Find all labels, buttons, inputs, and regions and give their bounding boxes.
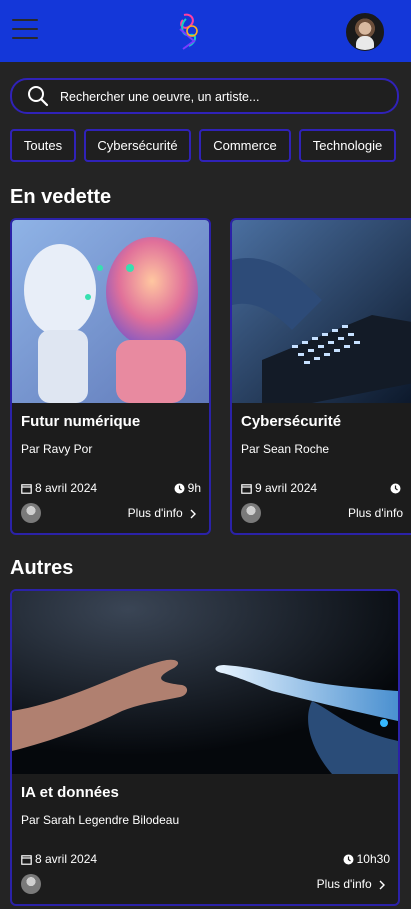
clock-icon: [390, 483, 401, 494]
author-avatar: [241, 503, 261, 523]
card-author: Par Sean Roche: [241, 442, 330, 456]
featured-card[interactable]: Futur numérique Par Ravy Por 8 avril 202…: [10, 218, 211, 535]
search-bar[interactable]: [10, 78, 399, 114]
featured-card[interactable]: Cybersécurité Par Sean Roche 9 avril 202…: [230, 218, 411, 535]
app-logo[interactable]: [170, 11, 204, 51]
card-date: 9 avril 2024: [241, 481, 317, 495]
card-duration: 9h: [174, 481, 201, 495]
card-duration: 10h30: [343, 852, 390, 866]
card-title: Cybersécurité: [241, 413, 342, 430]
card-date: 8 avril 2024: [21, 481, 97, 495]
card-title: Futur numérique: [21, 413, 141, 430]
more-info-link[interactable]: Plus d'info: [348, 506, 403, 520]
search-input[interactable]: [58, 86, 382, 108]
card-title: IA et données: [21, 784, 119, 801]
other-card[interactable]: IA et données Par Sarah Legendre Bilodea…: [10, 589, 400, 906]
section-title-others: Autres: [10, 557, 74, 579]
calendar-icon: [241, 484, 252, 494]
author-avatar: [21, 874, 41, 894]
search-icon: [28, 86, 49, 107]
clock-icon: [343, 854, 354, 865]
top-app-bar: [0, 0, 411, 62]
clock-icon: [174, 483, 185, 494]
card-image: [232, 220, 411, 403]
chip-cybersecurite[interactable]: Cybersécurité: [84, 129, 191, 162]
calendar-icon: [21, 855, 32, 865]
chip-commerce[interactable]: Commerce: [199, 129, 291, 162]
user-avatar[interactable]: [346, 13, 384, 51]
card-duration: [390, 481, 404, 495]
section-title-featured: En vedette: [10, 186, 112, 208]
card-author: Par Ravy Por: [21, 442, 93, 456]
more-info-link[interactable]: Plus d'info: [128, 506, 201, 520]
calendar-icon: [21, 484, 32, 494]
card-image: [12, 220, 209, 403]
card-image: [12, 591, 398, 774]
menu-icon[interactable]: [12, 19, 38, 41]
chip-toutes[interactable]: Toutes: [10, 129, 76, 162]
card-author: Par Sarah Legendre Bilodeau: [21, 813, 180, 827]
chip-technologie[interactable]: Technologie: [299, 129, 396, 162]
card-date: 8 avril 2024: [21, 852, 97, 866]
chevron-right-icon: [379, 880, 385, 890]
chevron-right-icon: [190, 509, 196, 519]
more-info-link[interactable]: Plus d'info: [317, 877, 390, 891]
author-avatar: [21, 503, 41, 523]
